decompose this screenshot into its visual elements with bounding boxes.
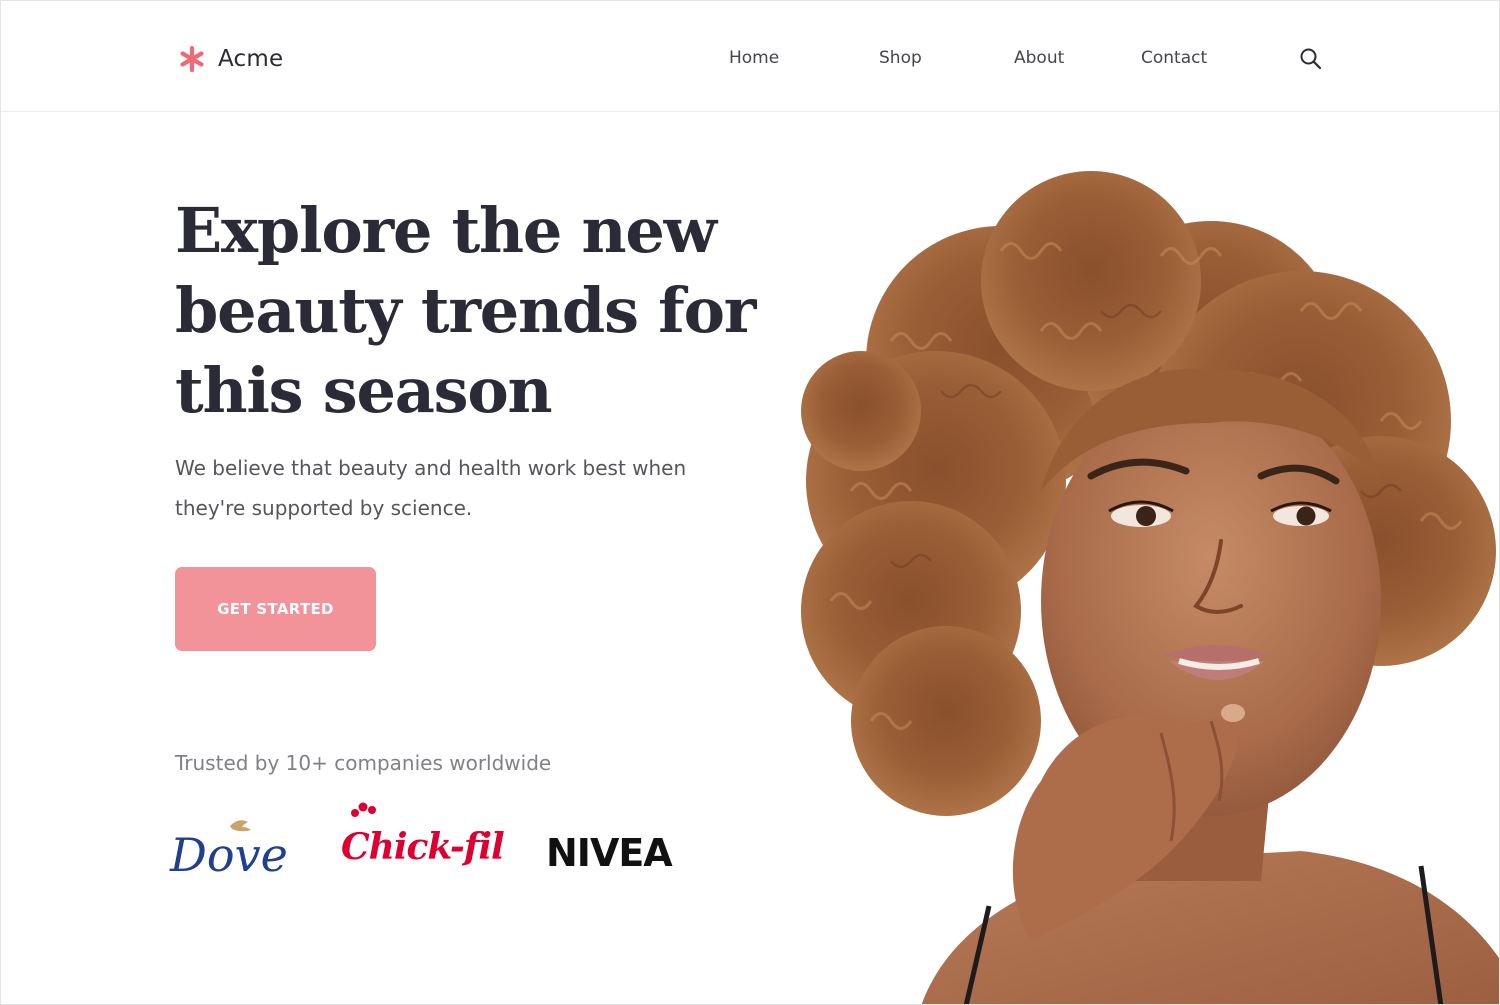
brand-logo[interactable]: Acme <box>179 43 283 75</box>
get-started-button[interactable]: GET STARTED <box>175 567 376 651</box>
svg-text:Chick-fil-A: Chick-fil-A <box>341 826 505 868</box>
nav-home[interactable]: Home <box>729 48 779 68</box>
search-icon[interactable] <box>1298 46 1324 72</box>
nav-about[interactable]: About <box>1014 48 1064 68</box>
asterisk-icon <box>180 46 204 72</box>
hero-headline: Explore the new beauty trends for this s… <box>175 194 756 427</box>
page-frame: Acme Home Shop About Contact Explore the… <box>0 0 1500 1005</box>
trusted-label: Trusted by 10+ companies worldwide <box>175 751 552 775</box>
brand-name: Acme <box>218 46 284 72</box>
hero-image <box>801 171 1499 1004</box>
nav-shop[interactable]: Shop <box>879 48 922 68</box>
nav-contact[interactable]: Contact <box>1141 48 1207 68</box>
dove-logo: Dove <box>169 820 288 878</box>
nivea-logo: NIVEA <box>546 831 673 875</box>
hero-subtext: We believe that beauty and health work b… <box>175 456 687 520</box>
site-header: Acme Home Shop About Contact <box>1 1 1499 112</box>
chick-fil-a-logo: Chick-fil-A <box>341 802 505 868</box>
svg-text:Dove: Dove <box>169 828 288 878</box>
